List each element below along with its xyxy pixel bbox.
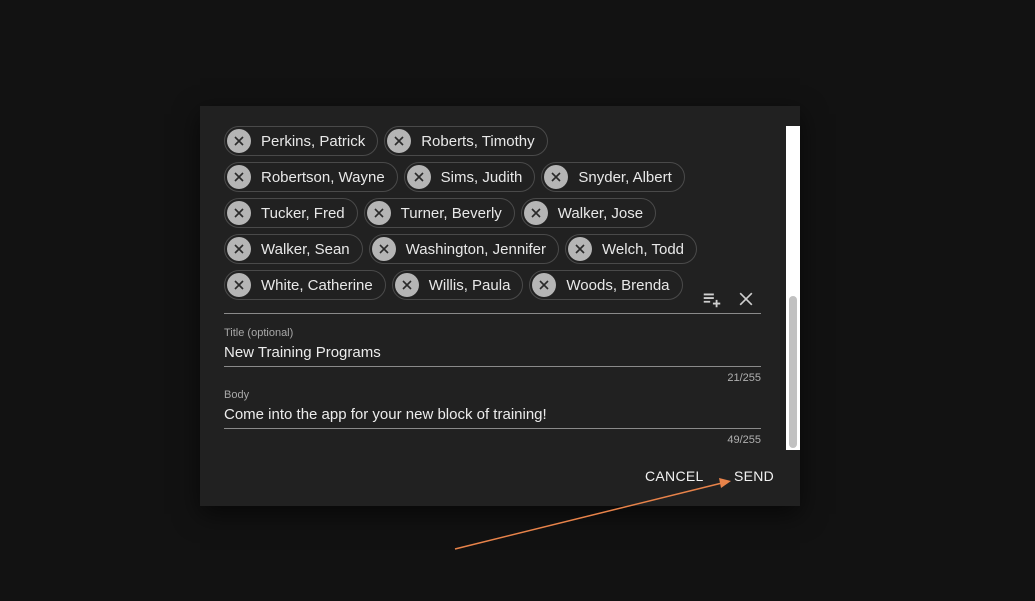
recipient-chip[interactable]: Turner, Beverly	[363, 198, 515, 228]
recipient-chip-label: Walker, Sean	[261, 240, 350, 258]
recipient-chip[interactable]: Sims, Judith	[403, 162, 536, 192]
remove-chip-icon[interactable]	[523, 201, 548, 225]
remove-chip-icon[interactable]	[366, 201, 391, 225]
remove-chip-icon[interactable]	[532, 273, 557, 297]
recipients-field-actions	[701, 288, 757, 310]
recipient-chip-label: Robertson, Wayne	[261, 168, 385, 186]
recipient-chip-label: Perkins, Patrick	[261, 132, 366, 150]
recipient-chip[interactable]: White, Catherine	[224, 270, 386, 300]
recipient-chip[interactable]: Tucker, Fred	[224, 198, 358, 228]
recipient-chip-label: Walker, Jose	[557, 204, 644, 222]
remove-chip-icon[interactable]	[568, 237, 593, 261]
recipient-chip[interactable]: Robertson, Wayne	[224, 162, 398, 192]
recipient-chip-label: Welch, Todd	[602, 240, 685, 258]
remove-chip-icon[interactable]	[227, 273, 251, 297]
title-counter: 21/255	[727, 372, 761, 384]
recipient-chip-label: Tucker, Fred	[261, 204, 345, 222]
recipient-chip-label: Woods, Brenda	[566, 276, 670, 294]
recipient-chip-label: Snyder, Albert	[578, 168, 672, 186]
recipient-chip-label: Willis, Paula	[428, 276, 511, 294]
remove-chip-icon[interactable]	[544, 165, 569, 189]
scrollbar-thumb[interactable]	[789, 296, 797, 448]
title-input[interactable]: New Training Programs	[224, 340, 761, 367]
recipients-field[interactable]: Perkins, Patrick Roberts, Timothy Robertso…	[224, 126, 761, 314]
recipient-chip[interactable]: Walker, Jose	[520, 198, 657, 228]
remove-chip-icon[interactable]	[371, 237, 396, 261]
send-button[interactable]: SEND	[734, 468, 774, 484]
playlist-add-icon[interactable]	[701, 288, 723, 310]
recipient-chip[interactable]: Walker, Sean	[224, 234, 363, 264]
recipient-chip-label: Sims, Judith	[440, 168, 523, 186]
recipient-chip[interactable]: Willis, Paula	[391, 270, 524, 300]
title-field[interactable]: Title (optional) New Training Programs 2…	[224, 326, 761, 385]
cancel-button[interactable]: CANCEL	[645, 468, 704, 484]
compose-dialog: Perkins, Patrick Roberts, Timothy Robertso…	[200, 106, 800, 506]
remove-chip-icon[interactable]	[406, 165, 431, 189]
close-icon[interactable]	[735, 288, 757, 310]
dialog-content: Perkins, Patrick Roberts, Timothy Robertso…	[200, 126, 786, 450]
recipient-chip[interactable]: Welch, Todd	[565, 234, 698, 264]
recipient-chip[interactable]: Woods, Brenda	[529, 270, 683, 300]
remove-chip-icon[interactable]	[387, 129, 412, 153]
remove-chip-icon[interactable]	[227, 165, 251, 189]
remove-chip-icon[interactable]	[227, 201, 251, 225]
body-field[interactable]: Body Come into the app for your new bloc…	[224, 388, 761, 447]
remove-chip-icon[interactable]	[227, 129, 251, 153]
recipient-chip-label: Washington, Jennifer	[405, 240, 547, 258]
recipient-chips: Perkins, Patrick Roberts, Timothy Robertso…	[224, 126, 724, 306]
recipient-chip[interactable]: Roberts, Timothy	[384, 126, 548, 156]
dialog-actions: CANCEL SEND	[200, 468, 800, 488]
recipient-chip-label: Turner, Beverly	[400, 204, 502, 222]
body-input[interactable]: Come into the app for your new block of …	[224, 402, 761, 429]
recipient-chip[interactable]: Perkins, Patrick	[224, 126, 379, 156]
remove-chip-icon[interactable]	[227, 237, 251, 261]
remove-chip-icon[interactable]	[394, 273, 419, 297]
body-label: Body	[224, 389, 250, 401]
recipient-chip-label: Roberts, Timothy	[421, 132, 535, 150]
recipient-chip[interactable]: Snyder, Albert	[541, 162, 685, 192]
scrollbar[interactable]	[786, 126, 800, 450]
body-counter: 49/255	[727, 434, 761, 446]
recipient-chip-label: White, Catherine	[261, 276, 373, 294]
recipient-chip[interactable]: Washington, Jennifer	[368, 234, 560, 264]
title-label: Title (optional)	[224, 327, 294, 339]
